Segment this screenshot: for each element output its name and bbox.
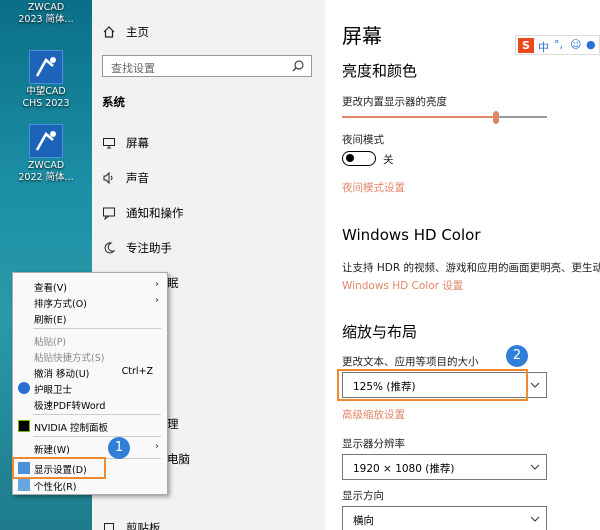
sidebar-item-focus-assist[interactable]: 专注助手: [102, 240, 172, 256]
toggle-knob: [346, 154, 354, 162]
chevron-down-icon: [530, 516, 540, 522]
night-light-settings-link[interactable]: 夜间模式设置: [342, 180, 405, 195]
sidebar-item-label: 主页: [126, 25, 149, 39]
brightness-slider-fill: [342, 116, 496, 118]
night-light-state: 关: [383, 154, 394, 166]
sidebar-item-label: 通知和操作: [126, 206, 184, 220]
night-light-toggle[interactable]: [342, 151, 376, 166]
hd-color-settings-link[interactable]: Windows HD Color 设置: [342, 278, 463, 293]
notification-icon: [103, 207, 115, 220]
menu-item-nvidia-control-panel[interactable]: NVIDIA 控制面板: [34, 420, 108, 434]
menu-separator: [33, 328, 161, 329]
sidebar-item-label: 屏幕: [126, 136, 149, 150]
search-placeholder: 查找设置: [111, 62, 155, 75]
sidebar-item-home[interactable]: 主页: [102, 24, 149, 40]
desktop-icon-zwcad-2023[interactable]: ZWCAD 2023 简体...: [8, 2, 84, 26]
menu-item-paste-shortcut: 粘贴快捷方式(S): [34, 353, 105, 364]
chevron-right-icon: ›: [155, 279, 159, 290]
sidebar-item-partial-power[interactable]: 眠: [167, 275, 179, 291]
sidebar-item-sound[interactable]: 声音: [102, 170, 149, 186]
advanced-scaling-link[interactable]: 高级缩放设置: [342, 407, 405, 422]
speaker-icon: [103, 171, 113, 185]
home-icon: [103, 26, 115, 38]
orientation-dropdown-value: 横向: [353, 515, 374, 527]
zwcad-logo-icon: [29, 124, 63, 158]
brightness-slider[interactable]: [342, 111, 547, 124]
desktop-icon-label: ZWCAD 2023 简体...: [18, 2, 74, 25]
menu-item-paste: 粘贴(P): [34, 337, 67, 348]
sidebar-item-label: 专注助手: [126, 241, 172, 255]
settings-content: 屏幕 亮度和颜色 更改内置显示器的亮度 夜间模式 关 夜间模式设置 Window…: [325, 0, 600, 530]
step-badge-1: 1: [108, 437, 130, 459]
scale-label: 更改文本、应用等项目的大小: [342, 356, 479, 368]
menu-item-new[interactable]: 新建(W): [34, 442, 70, 456]
sidebar-item-clipboard[interactable]: 剪贴板: [102, 520, 161, 530]
nvidia-icon: [18, 420, 30, 432]
chevron-down-icon: [530, 382, 540, 388]
microphone-icon[interactable]: ●: [586, 38, 596, 51]
menu-shortcut: Ctrl+Z: [121, 366, 153, 377]
step-badge-2: 2: [506, 345, 528, 367]
page-title: 屏幕: [342, 24, 382, 48]
sidebar-item-partial-storage[interactable]: 理: [167, 416, 179, 432]
chevron-down-icon: [530, 464, 540, 470]
sogou-logo-icon: S: [518, 38, 534, 53]
ime-mode[interactable]: 中: [538, 39, 549, 55]
highlight-box-scale-dropdown: [337, 369, 528, 401]
menu-item-sort-by[interactable]: 排序方式(O): [34, 296, 87, 310]
smiley-icon[interactable]: ☺: [570, 38, 581, 51]
orientation-dropdown[interactable]: 横向: [342, 506, 547, 530]
monitor-icon: [103, 138, 115, 149]
desktop-icon-label: ZWCAD 2022 简体...: [18, 160, 74, 183]
brightness-label: 更改内置显示器的亮度: [342, 96, 447, 108]
desktop-icon-zwcad-chs-2023[interactable]: 中望CAD CHS 2023: [8, 50, 84, 110]
hd-color-description: 让支持 HDR 的视频、游戏和应用的画面更明亮、更生动。: [342, 262, 600, 274]
scale-heading: 缩放与布局: [342, 323, 418, 341]
ime-toolbar[interactable]: S 中 °, ☺ ●: [515, 35, 600, 55]
menu-separator: [33, 414, 161, 415]
hd-color-heading: Windows HD Color: [342, 226, 481, 244]
sidebar-item-label: 声音: [126, 171, 149, 185]
menu-separator: [33, 436, 161, 437]
chevron-right-icon: ›: [155, 295, 159, 306]
search-icon: [292, 60, 304, 72]
menu-item-refresh[interactable]: 刷新(E): [34, 312, 66, 326]
zwcad-logo-icon: [29, 50, 63, 84]
desktop-icon-zwcad-2022[interactable]: ZWCAD 2022 简体...: [8, 124, 84, 184]
menu-item-view[interactable]: 查看(V): [34, 280, 67, 294]
sidebar-item-display[interactable]: 屏幕: [102, 135, 149, 151]
resolution-label: 显示器分辨率: [342, 438, 405, 450]
menu-item-eye-guard[interactable]: 护眼卫士: [34, 382, 72, 396]
sidebar-item-partial-pc[interactable]: 电脑: [167, 451, 190, 467]
brightness-slider-thumb[interactable]: [492, 111, 499, 124]
highlight-box-display-settings: [12, 457, 106, 479]
personalize-icon: [18, 479, 30, 491]
moon-icon: [104, 242, 116, 254]
chevron-right-icon: ›: [155, 441, 159, 452]
clipboard-icon: [104, 523, 114, 530]
brightness-heading: 亮度和颜色: [342, 62, 418, 80]
sidebar-section-title: 系统: [102, 95, 125, 109]
menu-item-undo-move[interactable]: 撤消 移动(U): [34, 366, 89, 380]
sidebar-item-label: 剪贴板: [126, 521, 161, 530]
search-input[interactable]: 查找设置: [102, 55, 312, 77]
night-light-label: 夜间模式: [342, 134, 384, 146]
menu-item-pdf-to-word[interactable]: 极速PDF转Word: [34, 398, 105, 412]
resolution-dropdown-value: 1920 × 1080 (推荐): [353, 463, 455, 475]
desktop-icon-label: 中望CAD CHS 2023: [22, 86, 70, 109]
orientation-label: 显示方向: [342, 490, 384, 502]
sidebar-item-notifications[interactable]: 通知和操作: [102, 205, 184, 221]
menu-item-personalize[interactable]: 个性化(R): [34, 479, 77, 493]
resolution-dropdown[interactable]: 1920 × 1080 (推荐): [342, 454, 547, 480]
punctuation-icon[interactable]: °,: [554, 38, 563, 51]
shield-icon: [18, 382, 30, 394]
